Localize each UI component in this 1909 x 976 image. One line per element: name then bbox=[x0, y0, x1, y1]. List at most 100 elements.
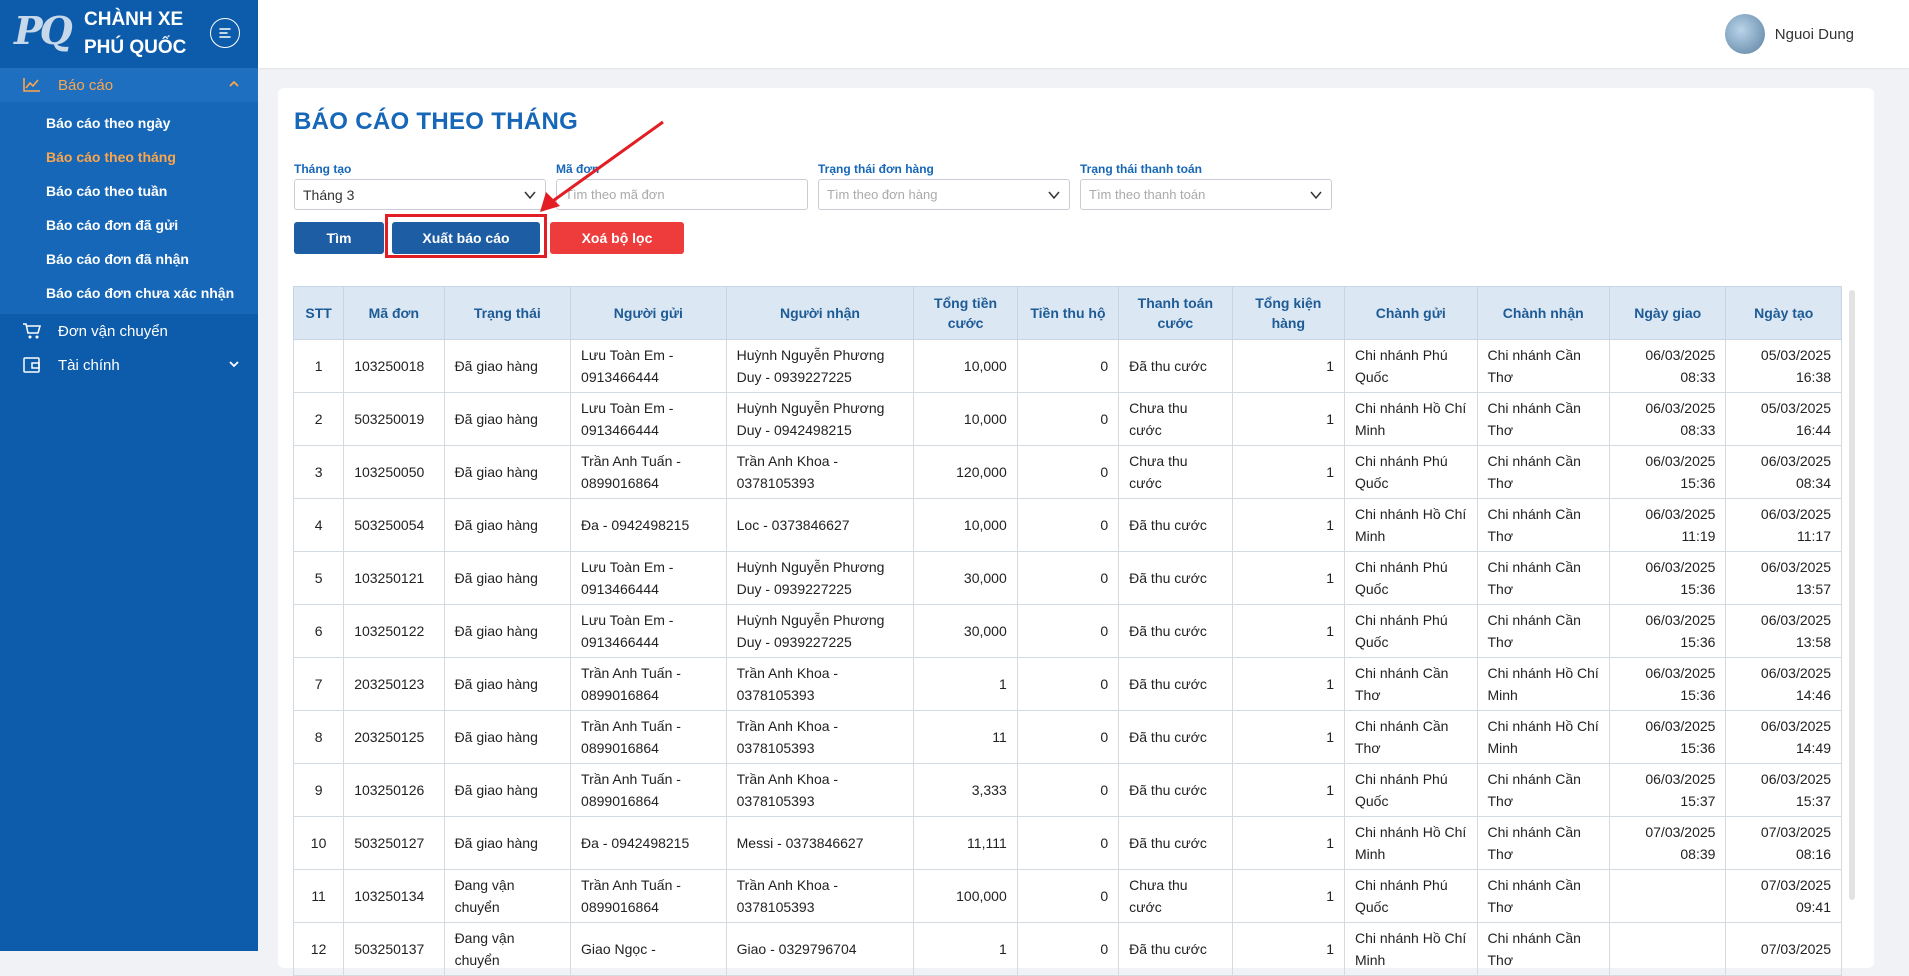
cell-packages: 1 bbox=[1231, 922, 1346, 976]
table-row[interactable]: 2 503250019 Đã giao hàng Lưu Toàn Em - 0913… bbox=[292, 392, 1842, 446]
cell-origin-branch: Chi nhánh Phú Quốc bbox=[1344, 445, 1478, 499]
cell-created-date: 06/03/2025 11:17 bbox=[1725, 498, 1842, 552]
column-header: Người nhận bbox=[725, 286, 915, 340]
table-row[interactable]: 6 103250122 Đã giao hàng Lưu Toàn Em - 0913… bbox=[292, 604, 1842, 658]
cell-origin-branch: Chi nhánh Hồ Chí Minh bbox=[1344, 498, 1478, 552]
table-row[interactable]: 5 103250121 Đã giao hàng Lưu Toàn Em - 0913… bbox=[292, 551, 1842, 605]
logo[interactable]: PQ bbox=[14, 8, 73, 60]
cell-order-code: 103250126 bbox=[343, 763, 445, 817]
cell-order-code: 103250050 bbox=[343, 445, 445, 499]
sidebar-item-weekly-report[interactable]: Báo cáo theo tuần bbox=[0, 174, 258, 208]
cell-recipient: Messi - 0373846627 bbox=[725, 816, 915, 870]
table-row[interactable]: 12 503250137 Đang vận chuyển Giao Ngọc - Gia… bbox=[292, 922, 1842, 976]
cell-sender: Trần Anh Tuấn - 0899016864 bbox=[570, 710, 727, 764]
cell-sender: Đa - 0942498215 bbox=[570, 816, 727, 870]
clear-filters-button[interactable]: Xoá bộ lọc bbox=[550, 222, 684, 254]
cell-index: 4 bbox=[292, 498, 345, 552]
cell-recipient: Huỳnh Nguyễn Phương Duy - 0942498215 bbox=[725, 392, 915, 446]
payment-status-select[interactable]: Tìm theo thanh toán bbox=[1080, 179, 1332, 210]
logo-text: PQ bbox=[14, 8, 73, 53]
nav-group-reports[interactable]: Báo cáo bbox=[0, 68, 258, 102]
user-name: Nguoi Dung bbox=[1774, 25, 1854, 43]
cell-recipient: Trần Anh Khoa - 0378105393 bbox=[725, 710, 915, 764]
menu-toggle-button[interactable] bbox=[210, 18, 240, 48]
column-header: Ngày tạo bbox=[1725, 286, 1842, 340]
column-header: Thanh toán cước bbox=[1118, 286, 1233, 340]
cell-sender: Giao Ngọc - bbox=[570, 922, 727, 976]
scrollbar[interactable] bbox=[1849, 290, 1855, 900]
cell-created-date: 05/03/2025 16:38 bbox=[1725, 339, 1842, 393]
cell-delivery-date: 07/03/2025 08:39 bbox=[1608, 816, 1727, 870]
sidebar-item-received-orders-report[interactable]: Báo cáo đơn đã nhận bbox=[0, 242, 258, 276]
cell-status: Đã giao hàng bbox=[443, 498, 572, 552]
cell-status: Đang vận chuyển bbox=[443, 922, 572, 976]
avatar[interactable] bbox=[1724, 14, 1765, 54]
table-row[interactable]: 7 203250123 Đã giao hàng Trần Anh Tuấn - 08… bbox=[292, 657, 1842, 711]
annotation-arrow-icon bbox=[540, 120, 664, 212]
report-card: BÁO CÁO THEO THÁNG Tháng tạo Tháng 3 Mã … bbox=[278, 88, 1874, 976]
cell-sender: Lưu Toàn Em - 0913466444 bbox=[570, 339, 727, 393]
cell-recipient: Trần Anh Khoa - 0378105393 bbox=[725, 763, 915, 817]
table-row[interactable]: 1 103250018 Đã giao hàng Lưu Toàn Em - 0913… bbox=[292, 339, 1842, 393]
column-header: Người gửi bbox=[570, 286, 727, 340]
table-row[interactable]: 11 103250134 Đang vận chuyển Trần Anh Tuấn … bbox=[292, 869, 1842, 923]
cell-origin-branch: Chi nhánh Phú Quốc bbox=[1344, 339, 1478, 393]
cell-delivery-date: 06/03/2025 15:36 bbox=[1608, 445, 1727, 499]
brand-name: CHÀNH XE PHÚ QUỐC bbox=[84, 6, 186, 62]
order-status-select[interactable]: Tìm theo đơn hàng bbox=[818, 179, 1070, 210]
cell-payment: Đã thu cước bbox=[1118, 551, 1233, 605]
column-header: Chành nhận bbox=[1476, 286, 1610, 340]
cell-sender: Lưu Toàn Em - 0913466444 bbox=[570, 392, 727, 446]
brand-line1: CHÀNH XE bbox=[84, 9, 184, 30]
sidebar-item-monthly-report[interactable]: Báo cáo theo tháng bbox=[0, 140, 258, 174]
cell-index: 6 bbox=[292, 604, 345, 658]
cell-origin-branch: Chi nhánh Hồ Chí Minh bbox=[1344, 816, 1478, 870]
cell-cod: 0 bbox=[1016, 816, 1120, 870]
cell-dest-branch: Chi nhánh Cần Thơ bbox=[1476, 392, 1610, 446]
month-select[interactable]: Tháng 3 bbox=[294, 179, 546, 210]
cell-created-date: 07/03/2025 08:16 bbox=[1725, 816, 1842, 870]
table-row[interactable]: 8 203250125 Đã giao hàng Trần Anh Tuấn - 08… bbox=[292, 710, 1842, 764]
filter-order-status-label: Trạng thái đơn hàng bbox=[818, 162, 934, 176]
cell-total-fee: 10,000 bbox=[913, 392, 1018, 446]
cell-status: Đã giao hàng bbox=[443, 604, 572, 658]
user-menu[interactable]: Nguoi Dung bbox=[1724, 14, 1854, 54]
cell-delivery-date bbox=[1608, 922, 1727, 976]
cell-origin-branch: Chi nhánh Phú Quốc bbox=[1344, 763, 1478, 817]
cell-total-fee: 30,000 bbox=[913, 604, 1018, 658]
cell-order-code: 203250123 bbox=[343, 657, 445, 711]
cell-recipient: Huỳnh Nguyễn Phương Duy - 0939227225 bbox=[725, 604, 915, 658]
cell-order-code: 103250134 bbox=[343, 869, 445, 923]
cell-index: 9 bbox=[292, 763, 345, 817]
cell-delivery-date: 06/03/2025 15:36 bbox=[1608, 657, 1727, 711]
cell-delivery-date: 06/03/2025 15:36 bbox=[1608, 710, 1727, 764]
cell-origin-branch: Chi nhánh Cần Thơ bbox=[1344, 710, 1478, 764]
cell-origin-branch: Chi nhánh Hồ Chí Minh bbox=[1344, 392, 1478, 446]
column-header: Chành gửi bbox=[1344, 286, 1478, 340]
sidebar-item-sent-orders-report[interactable]: Báo cáo đơn đã gửi bbox=[0, 208, 258, 242]
cell-order-code: 103250018 bbox=[343, 339, 445, 393]
cell-dest-branch: Chi nhánh Cần Thơ bbox=[1476, 816, 1610, 870]
find-button[interactable]: Tìm bbox=[294, 222, 384, 254]
cell-packages: 1 bbox=[1231, 763, 1346, 817]
nav-group-finance[interactable]: Tài chính bbox=[0, 348, 258, 382]
table-row[interactable]: 3 103250050 Đã giao hàng Trần Anh Tuấn - 08… bbox=[292, 445, 1842, 499]
cell-index: 5 bbox=[292, 551, 345, 605]
table-row[interactable]: 9 103250126 Đã giao hàng Trần Anh Tuấn - 08… bbox=[292, 763, 1842, 817]
sidebar-item-daily-report[interactable]: Báo cáo theo ngày bbox=[0, 106, 258, 140]
table-row[interactable]: 4 503250054 Đã giao hàng Đa - 0942498215 Loc… bbox=[292, 498, 1842, 552]
cell-created-date: 07/03/2025 bbox=[1725, 922, 1842, 976]
cell-index: 10 bbox=[292, 816, 345, 870]
cell-status: Đã giao hàng bbox=[443, 816, 572, 870]
cell-packages: 1 bbox=[1231, 498, 1346, 552]
sidebar-item-unconfirmed-orders-report[interactable]: Báo cáo đơn chưa xác nhận bbox=[0, 276, 258, 310]
cell-sender: Trần Anh Tuấn - 0899016864 bbox=[570, 869, 727, 923]
line-chart-icon bbox=[22, 76, 42, 94]
cell-status: Đã giao hàng bbox=[443, 763, 572, 817]
filter-payment-status-label: Trạng thái thanh toán bbox=[1080, 162, 1202, 176]
nav-group-shipments[interactable]: Đơn vận chuyển bbox=[0, 314, 258, 348]
cell-order-code: 203250125 bbox=[343, 710, 445, 764]
nav-group-label: Đơn vận chuyển bbox=[58, 322, 168, 340]
table-row[interactable]: 10 503250127 Đã giao hàng Đa - 0942498215 Me… bbox=[292, 816, 1842, 870]
brand: PQ CHÀNH XE PHÚ QUỐC bbox=[0, 0, 258, 68]
